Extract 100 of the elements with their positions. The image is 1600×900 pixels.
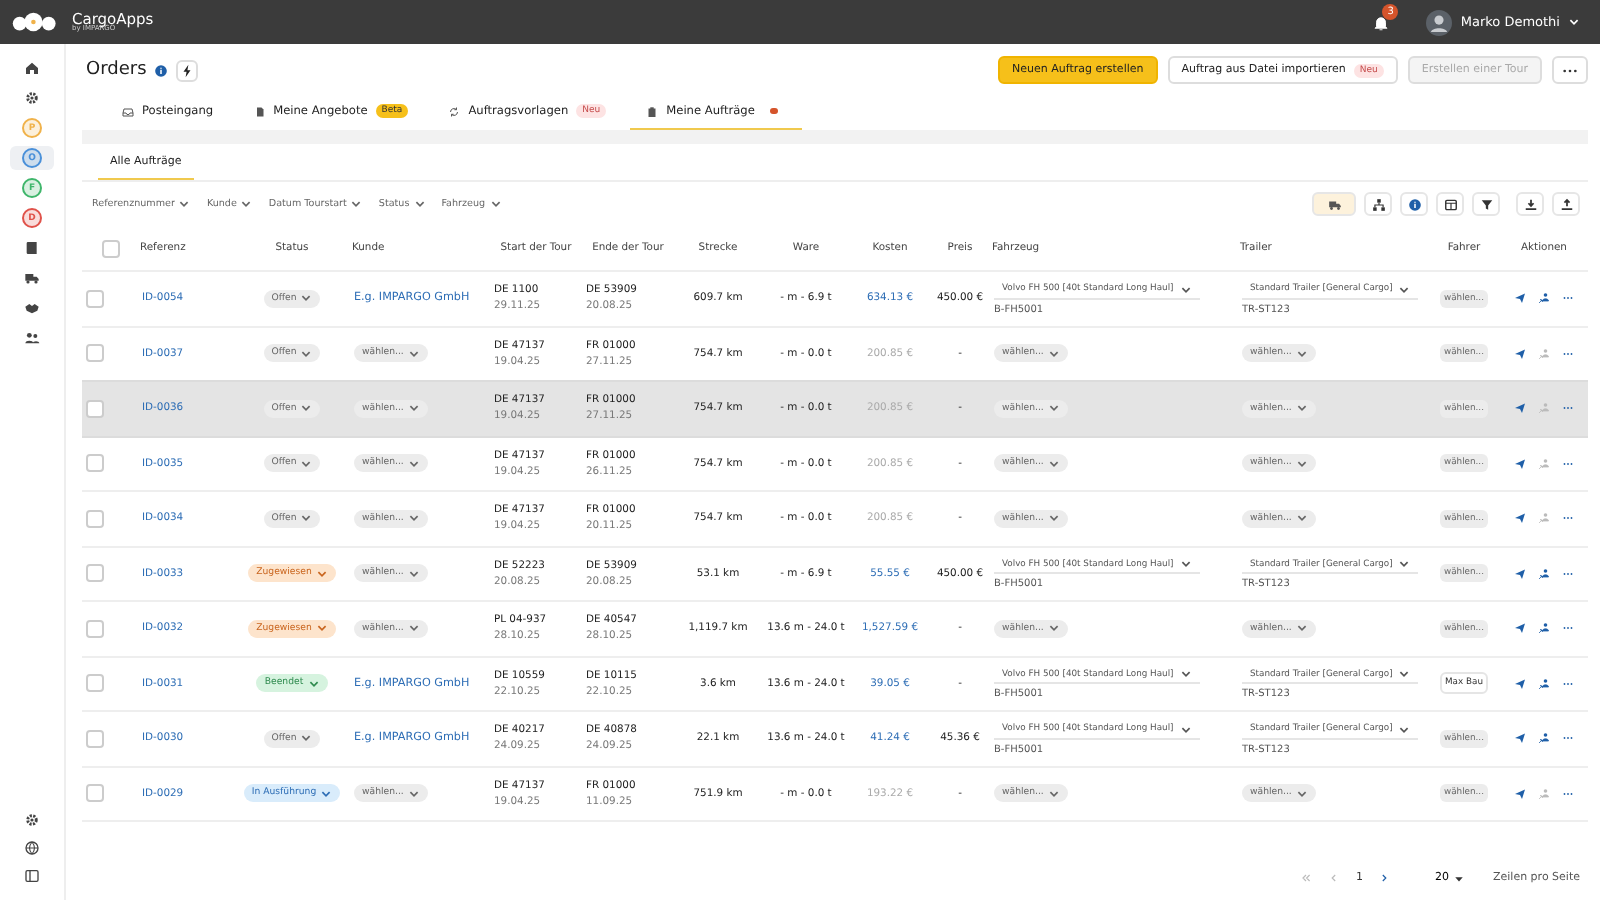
row-checkbox[interactable] <box>86 564 104 583</box>
send-icon[interactable] <box>1514 567 1526 580</box>
row-checkbox[interactable] <box>86 674 104 693</box>
chevron-down-icon <box>307 677 320 690</box>
chevron-down-icon <box>1047 457 1060 470</box>
settings-icon[interactable] <box>24 90 40 106</box>
info-icon[interactable] <box>1407 197 1421 211</box>
toolbar-button[interactable] <box>1472 192 1500 216</box>
chevron-down-icon <box>407 512 420 525</box>
chevron-down-icon <box>1398 283 1411 296</box>
chevron-down-icon <box>350 198 363 210</box>
sidebar-toggle-icon[interactable] <box>24 868 40 884</box>
send-icon[interactable] <box>1514 292 1526 305</box>
chevron-down-icon <box>407 402 420 415</box>
send-icon[interactable] <box>1514 622 1526 635</box>
row-checkbox[interactable] <box>86 344 104 363</box>
select-all-checkbox[interactable] <box>101 239 119 257</box>
chevron-down-icon <box>1047 787 1060 800</box>
chevron-down-icon <box>300 347 313 360</box>
chevron-down-icon <box>489 198 502 210</box>
network-icon[interactable] <box>1371 197 1385 211</box>
chevron-down-icon <box>1047 402 1060 415</box>
globe-icon[interactable] <box>24 840 40 856</box>
chevron-down-icon <box>407 567 420 580</box>
document-icon <box>253 105 266 117</box>
book-icon[interactable] <box>24 240 40 256</box>
row-checkbox[interactable] <box>86 784 104 803</box>
chevron-down-icon <box>300 512 313 525</box>
chevron-down-icon <box>315 622 328 635</box>
assign-driver-icon[interactable] <box>1538 677 1550 690</box>
next-page-icon[interactable] <box>1378 872 1391 884</box>
chevron-down-icon <box>1179 558 1192 571</box>
people-icon[interactable] <box>24 330 40 346</box>
chevron-down-icon <box>1295 787 1308 800</box>
toolbar-button[interactable] <box>1436 192 1464 216</box>
send-icon[interactable] <box>1514 347 1526 360</box>
send-icon[interactable] <box>1514 732 1526 745</box>
chevron-down-icon <box>1295 402 1308 415</box>
row-checkbox[interactable] <box>86 454 104 473</box>
row-checkbox[interactable] <box>86 729 104 748</box>
chevron-down-icon <box>413 198 426 210</box>
upload-icon[interactable] <box>1559 197 1573 211</box>
send-icon[interactable] <box>1514 402 1526 415</box>
sync-icon <box>448 105 461 117</box>
chevron-down-icon <box>1295 457 1308 470</box>
settings-icon[interactable] <box>24 812 40 828</box>
chevron-down-icon <box>300 457 313 470</box>
chevron-down-icon <box>1047 512 1060 525</box>
avatar-icon[interactable] <box>1426 9 1453 35</box>
chevron-down-icon <box>300 402 313 415</box>
send-icon[interactable] <box>1514 457 1526 470</box>
chevron-down-icon <box>1398 668 1411 681</box>
clipboard-icon <box>646 105 659 117</box>
chevron-down-icon <box>1295 347 1308 360</box>
row-checkbox[interactable] <box>86 289 104 308</box>
send-icon[interactable] <box>1514 512 1526 525</box>
columns-icon[interactable] <box>1443 197 1457 211</box>
toolbar-button[interactable] <box>1312 192 1356 216</box>
filter-icon[interactable] <box>1479 197 1493 211</box>
info-icon[interactable] <box>154 63 169 77</box>
chevron-down-icon <box>1047 347 1060 360</box>
page-title: Orders <box>86 60 147 80</box>
chevron-down-icon <box>1047 622 1060 635</box>
assign-driver-icon[interactable] <box>1538 732 1550 745</box>
chevron-down-icon <box>1179 723 1192 736</box>
chevron-down-icon <box>315 567 328 580</box>
chevron-down-icon <box>1295 512 1308 525</box>
truck-icon[interactable] <box>1327 197 1341 211</box>
row-checkbox[interactable] <box>86 509 104 528</box>
chevron-down-icon <box>407 347 420 360</box>
chevron-down-icon <box>300 292 313 305</box>
assign-driver-icon[interactable] <box>1538 622 1550 635</box>
notification-bell-icon[interactable] <box>1372 13 1391 31</box>
chevron-down-icon <box>240 198 253 210</box>
truck-icon[interactable] <box>24 270 40 286</box>
chevron-down-icon <box>178 198 191 210</box>
chevron-down-icon <box>407 622 420 635</box>
toolbar-button[interactable] <box>1516 192 1544 216</box>
chevron-down-icon <box>1398 558 1411 571</box>
toolbar-button[interactable] <box>1364 192 1392 216</box>
quick-action-button[interactable] <box>176 59 199 81</box>
chevron-down-icon <box>1568 16 1580 28</box>
send-icon[interactable] <box>1514 677 1526 690</box>
row-checkbox[interactable] <box>86 399 104 418</box>
chevron-down-icon <box>1179 668 1192 681</box>
row-checkbox[interactable] <box>86 619 104 638</box>
assign-driver-icon[interactable] <box>1538 567 1550 580</box>
chevron-down-icon <box>1295 622 1308 635</box>
toolbar-button[interactable] <box>1400 192 1428 216</box>
more-icon <box>1562 67 1578 73</box>
send-icon[interactable] <box>1514 787 1526 800</box>
caret-icon <box>1454 873 1465 883</box>
chevron-down-icon <box>300 732 313 745</box>
chevron-down-icon <box>320 787 333 800</box>
home-icon[interactable] <box>24 60 40 76</box>
toolbar-button[interactable] <box>1552 192 1580 216</box>
assign-driver-icon[interactable] <box>1538 292 1550 305</box>
inbox-icon <box>122 105 134 117</box>
chevron-down-icon <box>1398 723 1411 736</box>
download-icon[interactable] <box>1523 197 1537 211</box>
